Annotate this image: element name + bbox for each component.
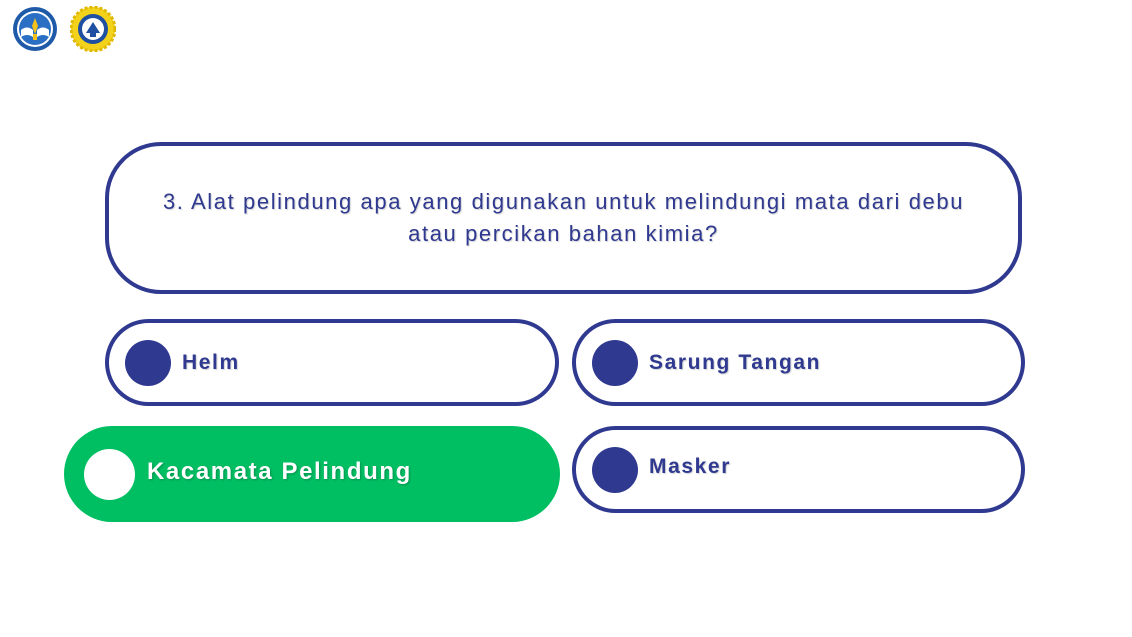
answer-option-label: Sarung Tangan bbox=[649, 350, 822, 374]
answer-option-kacamata-pelindung[interactable]: Kacamata Pelindung bbox=[64, 426, 560, 522]
radio-indicator bbox=[592, 446, 638, 493]
school-emblem-logo-icon bbox=[70, 6, 116, 52]
answer-option-label: Masker bbox=[649, 454, 731, 478]
radio-indicator-selected bbox=[84, 448, 135, 500]
answer-option-label: Kacamata Pelindung bbox=[147, 458, 412, 485]
kemendikbud-logo-icon bbox=[13, 7, 57, 51]
radio-indicator bbox=[125, 339, 171, 386]
question-text: 3. Alat pelindung apa yang digunakan unt… bbox=[162, 189, 965, 246]
answer-option-label: Helm bbox=[182, 350, 240, 374]
answer-option-masker[interactable]: Masker bbox=[572, 426, 1025, 513]
radio-indicator bbox=[592, 339, 638, 386]
answer-option-helm[interactable]: Helm bbox=[105, 319, 559, 406]
answer-option-sarung-tangan[interactable]: Sarung Tangan bbox=[572, 319, 1025, 406]
question-card: 3. Alat pelindung apa yang digunakan unt… bbox=[105, 142, 1022, 294]
